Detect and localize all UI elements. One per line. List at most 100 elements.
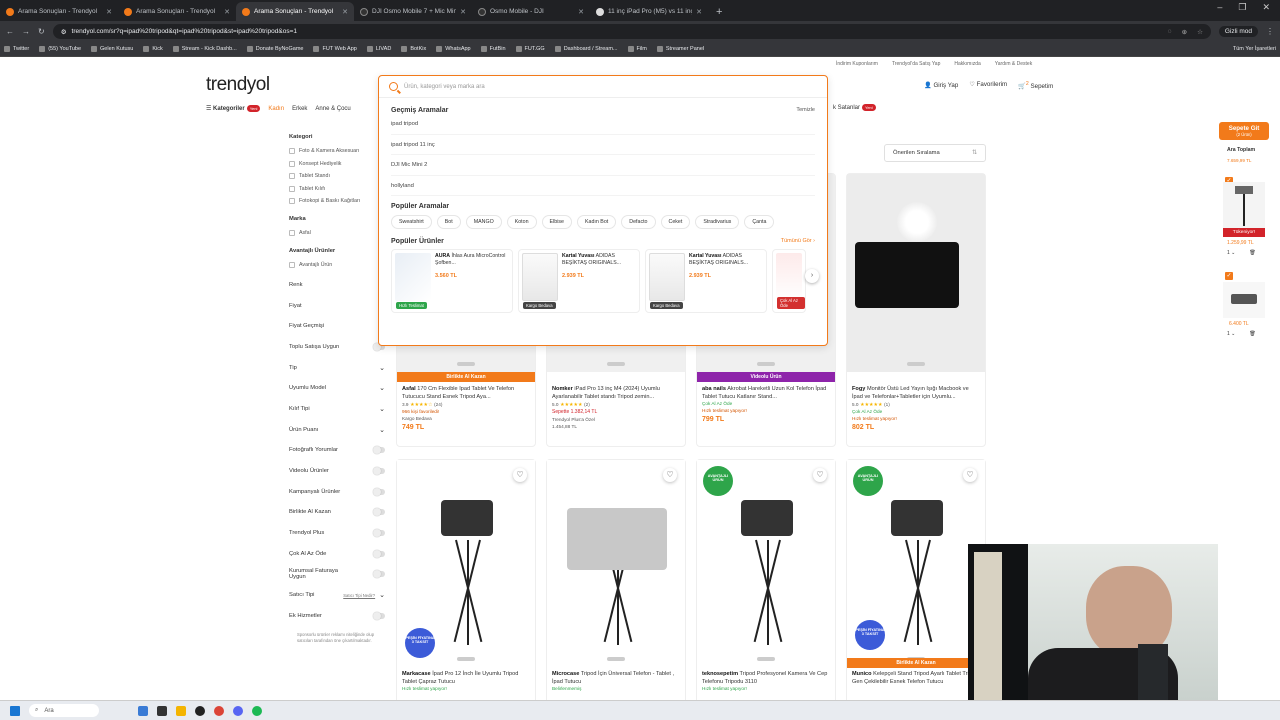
popular-search-chip[interactable]: Koton: [506, 215, 537, 229]
incognito-badge[interactable]: Gizli mod: [1218, 26, 1258, 37]
favorite-heart-icon[interactable]: ♡: [513, 468, 527, 482]
favorite-heart-icon[interactable]: ♡: [963, 468, 977, 482]
spotify-icon[interactable]: [252, 705, 262, 716]
zoom-icon[interactable]: ⊕: [1182, 28, 1187, 36]
toggle-switch[interactable]: [373, 549, 385, 558]
popular-search-chip[interactable]: Ceket: [660, 215, 691, 229]
browser-tab[interactable]: Osmo Mobile - DJI ✕: [472, 2, 590, 21]
nav-item-erkek[interactable]: Erkek: [292, 106, 307, 112]
trendyol-logo[interactable]: trendyol: [206, 74, 270, 96]
filter-kılıf-tipi[interactable]: Kılıf Tipi ⌄: [289, 399, 385, 420]
filter-ek-hizmetler[interactable]: Ek Hizmetler: [289, 606, 385, 627]
advantage-checkbox[interactable]: Avantajlı Ürün: [289, 259, 385, 272]
sort-dropdown[interactable]: Önerilen Sıralama ⇅: [884, 144, 986, 162]
history-item[interactable]: ipad tripod 11 inç: [391, 135, 815, 155]
back-icon[interactable]: ←: [6, 27, 14, 36]
filter-birlikte-al-kazan[interactable]: Birlikte Al Kazan: [289, 502, 385, 523]
reload-icon[interactable]: ↻: [38, 27, 45, 36]
chevron-right-icon[interactable]: ›: [805, 269, 819, 283]
toggle-switch[interactable]: [373, 508, 385, 517]
category-checkbox[interactable]: Foto & Kamera Aksesuarı: [289, 145, 385, 158]
cart-link[interactable]: 🛒2 Sepetim: [1018, 81, 1053, 90]
chrome-icon[interactable]: [214, 705, 224, 716]
popular-search-chip[interactable]: Bot: [436, 215, 461, 229]
popular-search-chip[interactable]: Elbise: [541, 215, 572, 229]
top-link[interactable]: Trendyol'da Satış Yap: [892, 61, 940, 67]
toggle-switch[interactable]: [373, 529, 385, 538]
close-tab-icon[interactable]: ✕: [106, 8, 112, 16]
browser-tab[interactable]: Arama Sonuçları - Trendyol ✕: [118, 2, 236, 21]
close-window-icon[interactable]: ✕: [1262, 2, 1270, 13]
file-explorer-icon[interactable]: [176, 705, 186, 716]
login-link[interactable]: 👤 Giriş Yap: [924, 81, 958, 90]
category-checkbox[interactable]: Konsept Hediyelik: [289, 158, 385, 171]
filter-trendyol-plus[interactable]: Trendyol Plus: [289, 523, 385, 544]
task-view-icon[interactable]: [157, 705, 167, 716]
bookmark-item[interactable]: FUT Web App: [313, 46, 357, 52]
popular-product-card[interactable]: AURA İhlas Aura MicroControl Şofben... 3.…: [391, 249, 513, 313]
go-to-cart-button[interactable]: Sepete Git (2 Ürün): [1219, 122, 1269, 140]
bookmark-item[interactable]: Twitter: [4, 46, 29, 52]
product-card[interactable]: ♡ Microcase Tripod İçin Üniversal Telefon…: [546, 459, 686, 704]
toggle-switch[interactable]: [373, 487, 385, 496]
product-card[interactable]: ♡ PEŞİN FİYATINA 3 TAKSİT Markacase İpad P…: [396, 459, 536, 704]
browser-tab-active[interactable]: Arama Sonuçları - Trendyol ✕: [236, 2, 354, 21]
bookmark-item[interactable]: Dashboard / Stream...: [554, 46, 618, 52]
toggle-switch[interactable]: [373, 467, 385, 476]
top-link[interactable]: İndirim Kuponlarım: [836, 61, 878, 67]
nav-item-anne-cocuk[interactable]: Anne & Çocu: [315, 106, 350, 112]
toggle-switch[interactable]: [373, 570, 385, 579]
top-link[interactable]: Yardım & Destek: [995, 61, 1032, 67]
close-tab-icon[interactable]: ✕: [578, 8, 584, 16]
maximize-icon[interactable]: ❐: [1238, 2, 1246, 13]
close-tab-icon[interactable]: ✕: [224, 8, 230, 16]
popular-search-chip[interactable]: Stradivarius: [695, 215, 740, 229]
clear-history-button[interactable]: Temizle: [796, 107, 815, 114]
categories-menu[interactable]: ☰ Kategoriler Yeni: [206, 105, 261, 112]
filter-fiyat-geçmişi[interactable]: Fiyat Geçmişi: [289, 316, 385, 337]
bookmark-item[interactable]: (55) YouTube: [39, 46, 81, 52]
new-tab-icon[interactable]: +: [708, 6, 730, 21]
filter-tip[interactable]: Tip ⌄: [289, 357, 385, 378]
popular-product-card[interactable]: Kartal Yuvası ADIDAS BEŞİKTAŞ ORIGINALS.…: [518, 249, 640, 313]
menu-icon[interactable]: ⋮: [1266, 27, 1274, 36]
product-card[interactable]: ♡ AVANTAJLI ÜRÜN teknosepetim Tripod Profe…: [696, 459, 836, 704]
browser-tab[interactable]: Arama Sonuçları - Trendyol ✕: [0, 2, 118, 21]
forward-icon[interactable]: →: [22, 27, 30, 36]
bookmark-item[interactable]: FutBin: [480, 46, 506, 52]
search-input[interactable]: Ürün, kategori veya marka ara: [379, 76, 827, 98]
bookmark-item[interactable]: WhatsApp: [436, 46, 471, 52]
category-checkbox[interactable]: Tablet Standı: [289, 170, 385, 183]
browser-tab[interactable]: 11 inç iPad Pro (M5) vs 11 inç i ✕: [590, 2, 708, 21]
filter-videolu-ürünler[interactable]: Videolu Ürünler: [289, 461, 385, 482]
bookmark-item[interactable]: BotKix: [401, 46, 426, 52]
site-info-icon[interactable]: ⚙: [61, 28, 67, 36]
filter-kurumsal-faturaya-uygun[interactable]: Kurumsal Faturaya Uygun: [289, 564, 385, 585]
bookmark-item[interactable]: Donate ByNoGame: [246, 46, 303, 52]
favorite-heart-icon[interactable]: ♡: [813, 468, 827, 482]
history-item[interactable]: ipad tripod: [391, 114, 815, 135]
product-card[interactable]: ♡ AVANTAJLI ÜRÜN PEŞİN FİYATINA 3 TAKSİT Bi…: [846, 459, 986, 704]
popular-search-chip[interactable]: Defacto: [621, 215, 656, 229]
toggle-switch[interactable]: [373, 446, 385, 455]
seller-type-info-link[interactable]: Satıcı Tipi Nedir?: [343, 593, 375, 598]
top-link[interactable]: Hakkımızda: [954, 61, 980, 67]
filter-ürün-puanı[interactable]: Ürün Puanı ⌄: [289, 419, 385, 440]
trash-icon[interactable]: 🗑: [1249, 250, 1255, 256]
windows-start-icon[interactable]: [10, 705, 20, 716]
select-item-checkbox[interactable]: ✓: [1225, 272, 1233, 280]
popular-product-card[interactable]: Çok Al Az Öde: [772, 249, 806, 313]
nav-item-kadin[interactable]: Kadın: [268, 106, 284, 112]
close-tab-icon[interactable]: ✕: [460, 8, 466, 16]
popular-search-chip[interactable]: MANGO: [465, 215, 502, 229]
discord-icon[interactable]: [233, 705, 243, 716]
favorites-link[interactable]: ♡ Favorilerim: [969, 81, 1007, 90]
eye-off-icon[interactable]: ◌: [1168, 28, 1172, 36]
all-bookmarks[interactable]: Tüm Yer İşaretleri: [1233, 46, 1276, 52]
popular-product-card[interactable]: Kartal Yuvası ADIDAS BEŞİKTAŞ ORIGINALS.…: [645, 249, 767, 313]
nav-item-cok-satanlar[interactable]: k Satanlar Yeni: [833, 104, 876, 111]
bookmark-item[interactable]: LIVAD: [366, 46, 391, 52]
url-field[interactable]: ⚙ trendyol.com/sr?q=ipad%20tripod&qt=ipa…: [52, 24, 1211, 39]
filter-satıcı-tipi[interactable]: Satıcı Tipi Satıcı Tipi Nedir? ⌄: [289, 585, 385, 606]
taskbar-search[interactable]: ⌕ Ara: [29, 704, 99, 717]
